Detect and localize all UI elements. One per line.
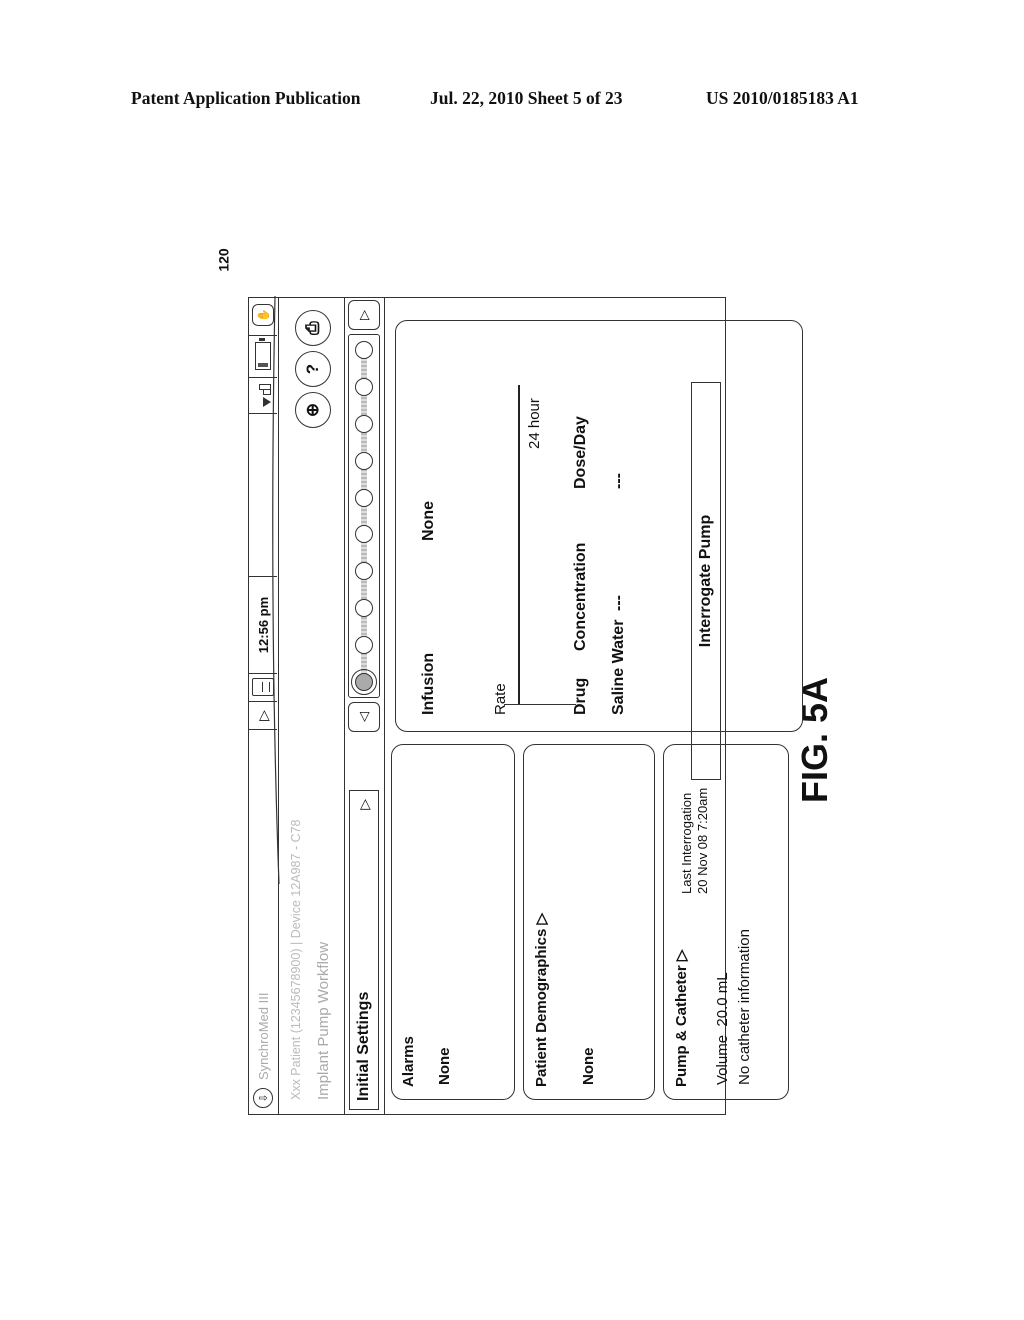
add-note-icon: ⊕ [303, 402, 322, 418]
device-screen: ⇩ SynchroMed III ▷ 12:56 pm ✋ Xxx Patien… [248, 296, 803, 1115]
catheter-info: No catheter information [736, 929, 753, 1085]
signal-indicator [249, 378, 277, 414]
patient-demographics-value: None [580, 1047, 597, 1086]
alarms-panel[interactable]: Alarms None [391, 744, 515, 1100]
printer-icon: ⎙ [303, 321, 322, 335]
document-button[interactable] [249, 674, 277, 702]
help-button[interactable]: ? [295, 351, 331, 387]
col-concentration: Concentration [572, 542, 589, 651]
interrogate-pump-button-box[interactable]: Interrogate Pump [691, 382, 721, 780]
settings-dropdown-label: Initial Settings [355, 991, 372, 1101]
progress-step[interactable] [355, 488, 373, 507]
pump-catheter-title-text: Pump & Catheter [673, 965, 690, 1087]
previous-step-button[interactable]: ◁ [348, 702, 380, 732]
progress-step[interactable] [355, 599, 373, 618]
left-triangle-icon: ◁ [356, 712, 371, 722]
pump-catheter-title: Pump & Catheter ▷ [672, 950, 690, 1087]
progress-step[interactable] [355, 451, 373, 470]
stop-hand-icon: ✋ [252, 304, 274, 327]
last-interrogation-time: 20 Nov 08 7:20am [695, 787, 710, 894]
ref-120: 120 [216, 248, 232, 271]
pump-volume: Volume 20.0 mL [714, 972, 731, 1085]
title-bar: ⇩ SynchroMed III ▷ 12:56 pm ✋ [249, 296, 279, 1114]
triangle-icon: ▷ [254, 710, 271, 721]
expand-triangle-icon: ▷ [673, 949, 690, 962]
interrogate-pump-label: Interrogate Pump [697, 514, 714, 648]
signal-strength-icon [253, 384, 273, 408]
clock: 12:56 pm [249, 576, 277, 674]
alarms-title: Alarms [400, 1036, 417, 1087]
col-drug: Drug [572, 677, 589, 715]
app-name: SynchroMed III [255, 992, 271, 1080]
workflow-title: Implant Pump Workflow [315, 941, 332, 1100]
progress-step[interactable] [355, 562, 373, 581]
next-step-button[interactable]: ▷ [348, 300, 380, 330]
volume-label: Volume [714, 1034, 731, 1085]
progress-step[interactable] [355, 414, 373, 433]
dropdown-triangle-icon: ▷ [355, 799, 372, 810]
app-menu[interactable]: ⇩ SynchroMed III [249, 724, 277, 1114]
cell-drug: Saline Water [610, 619, 627, 715]
progress-dots [349, 335, 379, 697]
alarms-value: None [436, 1047, 453, 1086]
rate-graph-axis [518, 385, 520, 705]
battery-icon [255, 342, 271, 371]
rate-graph-area [396, 321, 802, 731]
publication-date-sheet: Jul. 22, 2010 Sheet 5 of 23 [430, 88, 623, 108]
rate-graph-tick [504, 704, 576, 705]
stop-button[interactable]: ✋ [249, 296, 277, 336]
header-actions: ⊕ ? ⎙ [295, 310, 331, 428]
last-interrogation: Last Interrogation 20 Nov 08 7:20am [679, 788, 711, 894]
help-icon: ? [303, 363, 322, 375]
right-triangle-icon: ▷ [356, 310, 371, 320]
progress-step[interactable] [355, 636, 373, 655]
battery-indicator [249, 336, 277, 378]
workflow-nav: Initial Settings ▷ ◁ ▷ [345, 298, 385, 1114]
back-button[interactable]: ▷ [249, 702, 277, 730]
volume-value: 20.0 mL [714, 972, 731, 1027]
publication-number: US 2010/0185183 A1 [706, 88, 859, 108]
clock-time: 12:56 pm [255, 596, 271, 654]
settings-dropdown[interactable]: Initial Settings ▷ [349, 790, 379, 1110]
duration-label: 24 hour [526, 398, 543, 449]
step-progress-bar [348, 334, 380, 698]
add-note-button[interactable]: ⊕ [295, 392, 331, 428]
last-interrogation-label: Last Interrogation [679, 792, 694, 894]
cell-concentration: --- [610, 595, 627, 611]
col-dose-day: Dose/Day [572, 416, 589, 489]
progress-step[interactable] [355, 341, 373, 360]
print-button[interactable]: ⎙ [295, 310, 331, 346]
down-arrow-circle-icon: ⇩ [253, 1088, 273, 1108]
patient-demographics-panel[interactable]: Patient Demographics ▷ None [523, 744, 655, 1100]
infusion-panel[interactable]: Infusion None Rate 24 hour Drug Concentr… [395, 320, 803, 732]
patient-header: Xxx Patient (12345678900) | Device 12A98… [279, 298, 345, 1114]
cell-dose-day: --- [610, 473, 627, 489]
ref-120-text: 120 [215, 248, 232, 272]
patient-demographics-title: Patient Demographics ▷ [532, 913, 550, 1087]
document-icon [252, 678, 274, 697]
progress-step[interactable] [355, 525, 373, 544]
patient-demographics-title-text: Patient Demographics [533, 928, 550, 1087]
publication-title: Patent Application Publication [131, 88, 361, 108]
patient-device-info: Xxx Patient (12345678900) | Device 12A98… [289, 819, 303, 1100]
progress-step-current[interactable] [351, 669, 377, 695]
expand-triangle-icon: ▷ [533, 912, 550, 925]
progress-step[interactable] [355, 378, 373, 396]
